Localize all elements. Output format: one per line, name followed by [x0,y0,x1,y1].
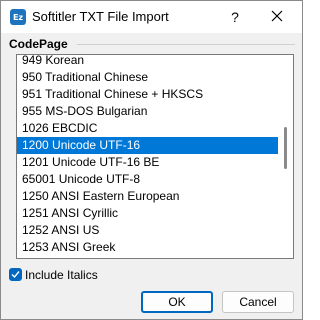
dialog-window: Ez Softitler TXT File Import ? CodePage … [0,0,303,320]
groupbox-divider [77,44,295,45]
list-item[interactable]: 1026 EBCDIC [17,120,278,137]
list-item[interactable]: 1254 ANSI Turkish [17,256,278,258]
ok-button[interactable]: OK [141,291,213,313]
list-item[interactable]: 1251 ANSI Cyrillic [17,205,278,222]
list-item[interactable]: 1201 Unicode UTF-16 BE [17,154,278,171]
list-item[interactable]: 955 MS-DOS Bulgarian [17,103,278,120]
list-item[interactable]: 951 Traditional Chinese + HKSCS [17,86,278,103]
window-title: Softitler TXT File Import [32,9,169,24]
codepage-group-label: CodePage [9,37,74,51]
vertical-scrollbar[interactable] [279,55,293,258]
close-icon [271,10,283,25]
list-item[interactable]: 65001 Unicode UTF-8 [17,171,278,188]
list-item[interactable]: 949 Korean [17,55,278,69]
cancel-button[interactable]: Cancel [222,291,294,313]
list-item[interactable]: 1252 ANSI US [17,222,278,239]
list-item[interactable]: 1250 ANSI Eastern European [17,188,278,205]
list-item[interactable]: 1253 ANSI Greek [17,239,278,256]
app-icon: Ez [10,9,26,25]
scrollbar-thumb[interactable] [284,127,287,169]
list-item[interactable]: 1200 Unicode UTF-16 [17,137,278,154]
codepage-list: 949 Korean 950 Traditional Chinese 951 Tra… [17,55,278,258]
help-button[interactable]: ? [223,5,247,29]
title-bar[interactable]: Ez Softitler TXT File Import ? [1,1,302,33]
close-button[interactable] [263,5,291,29]
checkmark-icon [11,268,20,282]
include-italics-checkbox[interactable] [9,268,22,281]
include-italics-label[interactable]: Include Italics [25,268,98,282]
codepage-listbox[interactable]: 949 Korean 950 Traditional Chinese 951 Tra… [16,54,294,259]
list-item[interactable]: 950 Traditional Chinese [17,69,278,86]
